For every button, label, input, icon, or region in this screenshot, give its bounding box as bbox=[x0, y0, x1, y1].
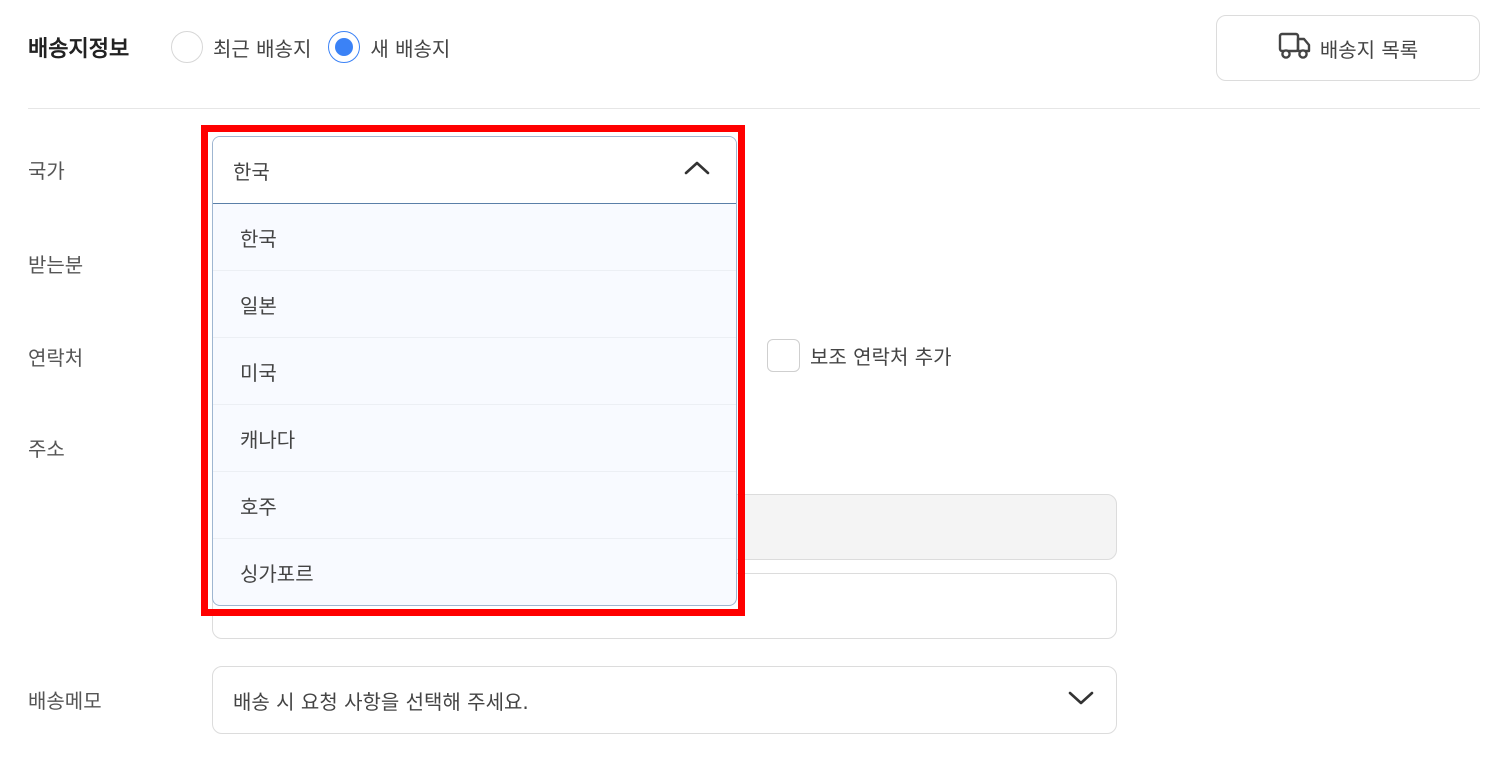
checkbox-label: 보조 연락처 추가 bbox=[810, 345, 952, 369]
address-label: 주소 bbox=[28, 437, 65, 461]
country-select[interactable]: 한국 bbox=[213, 137, 736, 204]
section-title: 배송지정보 bbox=[28, 37, 130, 62]
country-option[interactable]: 한국 bbox=[213, 204, 736, 271]
truck-icon bbox=[1278, 31, 1312, 65]
radio-circle-checked[interactable] bbox=[328, 31, 361, 63]
radio-circle[interactable] bbox=[171, 31, 203, 63]
chevron-down-icon bbox=[1068, 690, 1094, 710]
recipient-label: 받는분 bbox=[28, 253, 84, 277]
memo-select[interactable]: 배송 시 요청 사항을 선택해 주세요. bbox=[212, 666, 1117, 734]
radio-label: 새 배송지 bbox=[370, 36, 451, 61]
contact-label: 연락처 bbox=[28, 346, 84, 370]
address-type-radio-group: 최근 배송지 새 배송지 bbox=[171, 31, 467, 63]
country-option[interactable]: 일본 bbox=[213, 271, 736, 338]
country-label: 국가 bbox=[28, 159, 65, 183]
country-select-value: 한국 bbox=[233, 159, 270, 184]
radio-recent-address[interactable]: 최근 배송지 bbox=[171, 31, 311, 63]
country-option[interactable]: 미국 bbox=[213, 338, 736, 405]
memo-select-value: 배송 시 요청 사항을 선택해 주세요. bbox=[233, 689, 529, 714]
address-list-button[interactable]: 배송지 목록 bbox=[1216, 15, 1480, 81]
address-list-label: 배송지 목록 bbox=[1319, 37, 1419, 62]
country-option[interactable]: 호주 bbox=[213, 472, 736, 539]
radio-new-address[interactable]: 새 배송지 bbox=[328, 31, 450, 63]
country-option[interactable]: 캐나다 bbox=[213, 405, 736, 472]
secondary-contact-checkbox[interactable]: 보조 연락처 추가 bbox=[767, 339, 952, 372]
country-dropdown[interactable]: 한국 한국 일본 미국 캐나다 호주 싱가포르 bbox=[212, 136, 737, 606]
memo-label: 배송메모 bbox=[28, 689, 102, 713]
chevron-up-icon bbox=[684, 160, 710, 180]
country-option[interactable]: 싱가포르 bbox=[213, 539, 736, 605]
header-divider bbox=[28, 108, 1480, 109]
checkbox-box[interactable] bbox=[767, 339, 800, 372]
radio-label: 최근 배송지 bbox=[213, 36, 312, 61]
radio-dot bbox=[335, 38, 354, 56]
